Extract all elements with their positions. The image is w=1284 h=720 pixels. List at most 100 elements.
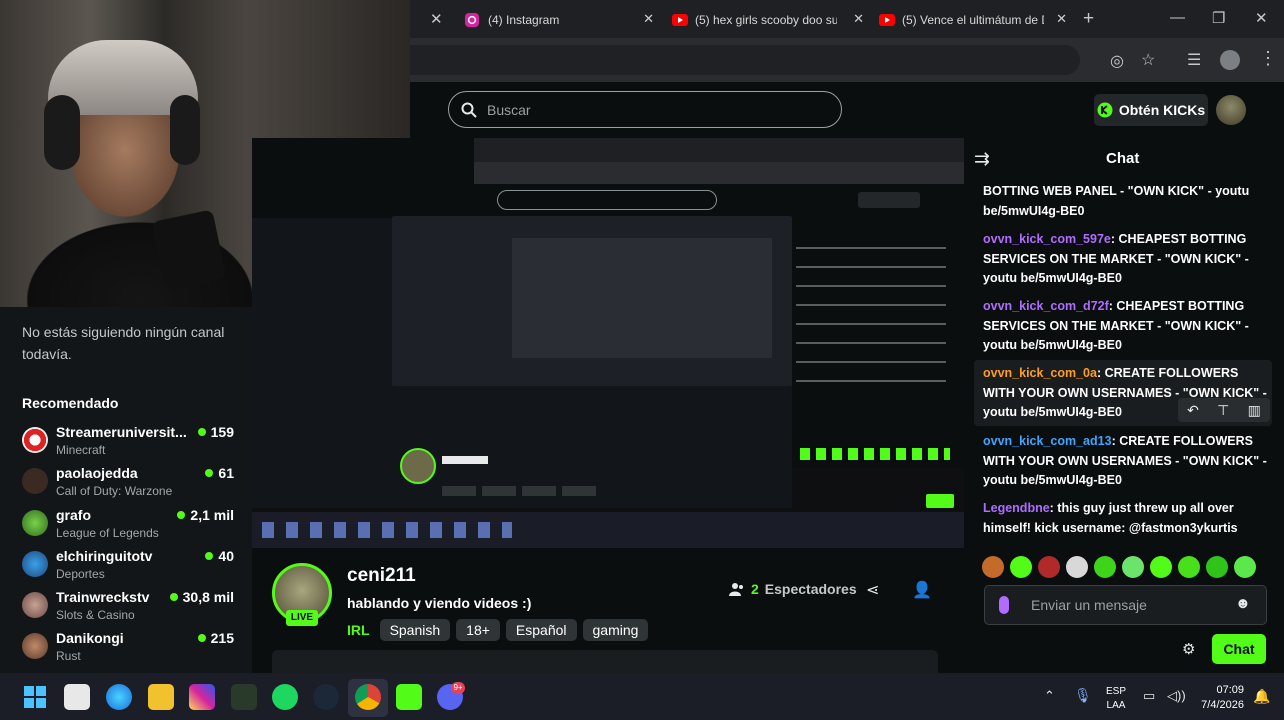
notification-icon[interactable]: 🔔: [1253, 688, 1270, 705]
pin-icon[interactable]: ⊤: [1217, 402, 1229, 419]
clock-date: 7/4/2026: [1201, 699, 1244, 711]
volume-icon[interactable]: ◁)): [1167, 688, 1186, 704]
message-username[interactable]: ovvn_kick_com_597e: [983, 232, 1111, 246]
share-icon[interactable]: ⋖: [866, 580, 879, 600]
sidebar-channel[interactable]: paolaojedda Call of Duty: Warzone 61: [22, 465, 234, 505]
delete-icon[interactable]: ▥: [1248, 402, 1261, 419]
nested-username: [442, 456, 488, 464]
emote[interactable]: [1234, 556, 1256, 578]
emote[interactable]: [1010, 556, 1032, 578]
microphone-icon[interactable]: 🎙: [1074, 687, 1092, 704]
emote[interactable]: [1206, 556, 1228, 578]
language-indicator[interactable]: ESP LAA: [1106, 685, 1126, 713]
emote[interactable]: [1066, 556, 1088, 578]
settings-gear-icon[interactable]: ⚙: [1182, 640, 1195, 658]
menu-dots-icon[interactable]: ⋮: [1259, 48, 1277, 69]
emote[interactable]: [1038, 556, 1060, 578]
tab-youtube-hexgirls[interactable]: (5) hex girls scooby doo sub ✕: [672, 7, 864, 33]
tab-close-icon[interactable]: ✕: [643, 11, 654, 27]
eye-off-icon[interactable]: ◎: [1110, 51, 1124, 71]
star-icon[interactable]: ☆: [1141, 50, 1155, 70]
chat-message: ovvn_kick_com_d72f: CHEAPEST BOTTING SER…: [983, 297, 1267, 356]
edge-icon[interactable]: [106, 684, 132, 710]
windows-start-icon[interactable]: [24, 686, 46, 708]
sidebar-channel[interactable]: elchiringuitotv Deportes 40: [22, 548, 234, 588]
channel-name: Streameruniversit...: [56, 424, 187, 440]
emote[interactable]: [1094, 556, 1116, 578]
sidebar-channel[interactable]: Trainwreckstv Slots & Casino 30,8 mil: [22, 589, 234, 629]
url-omnibox[interactable]: [410, 45, 1080, 75]
youtube-icon: [879, 14, 895, 26]
file-explorer-icon[interactable]: [148, 684, 174, 710]
message-username[interactable]: ovvn_kick_com_0a: [983, 366, 1097, 380]
spotify-icon[interactable]: [272, 684, 298, 710]
channel-category: Deportes: [56, 567, 105, 581]
chat-message: BOTTING WEB PANEL - "OWN KICK" - youtu b…: [983, 182, 1267, 221]
new-tab-icon[interactable]: +: [1083, 8, 1094, 30]
viewer-number: 2: [751, 581, 759, 597]
video-player[interactable]: [252, 138, 964, 548]
clock[interactable]: 07:09 7/4/2026: [1196, 683, 1244, 713]
reply-icon[interactable]: ↶: [1187, 402, 1199, 419]
viewer-count: 30,8 mil: [170, 589, 234, 605]
message-username[interactable]: ovvn_kick_com_ad13: [983, 434, 1112, 448]
sidebar-channel[interactable]: Streameruniversit... Minecraft 159: [22, 424, 234, 464]
store-icon[interactable]: [64, 684, 90, 710]
emote[interactable]: [1178, 556, 1200, 578]
message-username[interactable]: Legendbne: [983, 501, 1050, 515]
user-avatar[interactable]: [1216, 95, 1246, 125]
minimize-icon[interactable]: —: [1170, 9, 1185, 26]
tray-chevron-icon[interactable]: ⌃: [1044, 688, 1055, 704]
youtube-icon: [672, 14, 688, 26]
get-kicks-button[interactable]: Obtén KICKs: [1094, 94, 1208, 126]
emote[interactable]: [982, 556, 1004, 578]
chrome-icon[interactable]: [355, 684, 381, 710]
tab-youtube-vence[interactable]: (5) Vence el ultimátum de D ✕: [879, 7, 1067, 33]
nested-kicks-button: [858, 192, 920, 208]
sidebar-channel[interactable]: Danikongi Rust 215: [22, 630, 234, 670]
emoji-icon[interactable]: ☻: [1235, 595, 1251, 612]
viewer-count: 215: [198, 630, 234, 646]
tab-close-icon[interactable]: ✕: [1056, 11, 1067, 27]
channel-name: Danikongi: [56, 630, 124, 646]
instagram-app-icon[interactable]: [189, 684, 215, 710]
nested-stream-avatar: [400, 448, 436, 484]
sidebar-channel[interactable]: grafo League of Legends 2,1 mil: [22, 507, 234, 547]
tab-close-icon[interactable]: ✕: [430, 10, 443, 28]
avatar: [22, 551, 48, 577]
emote[interactable]: [1122, 556, 1144, 578]
profile-avatar[interactable]: [1220, 50, 1240, 70]
network-icon[interactable]: ▭: [1143, 688, 1155, 704]
chat-message-input[interactable]: Enviar un mensaje: [984, 585, 1267, 625]
stream-category[interactable]: IRL: [347, 622, 370, 638]
tag-pill[interactable]: 18+: [456, 619, 500, 641]
tag-pill[interactable]: Spanish: [379, 619, 451, 641]
collapse-chat-icon[interactable]: ⇉: [974, 148, 990, 171]
channel-name: paolaojedda: [56, 465, 138, 481]
tab-instagram[interactable]: (4) Instagram ✕: [464, 7, 654, 33]
get-kicks-label: Obtén KICKs: [1118, 102, 1206, 118]
headphone-right: [170, 95, 200, 165]
emote[interactable]: [1150, 556, 1172, 578]
viewers-icon: [729, 583, 743, 596]
tab-close-icon[interactable]: ✕: [853, 11, 864, 27]
stream-username[interactable]: ceni211: [347, 565, 416, 587]
app-icon[interactable]: [231, 684, 257, 710]
tab-title: (4) Instagram: [488, 13, 560, 27]
send-chat-button[interactable]: Chat: [1212, 634, 1266, 664]
mic-icon: [999, 596, 1009, 614]
kick-app-icon[interactable]: [396, 684, 422, 710]
webcam-phone: [151, 209, 227, 291]
follow-user-icon[interactable]: 👤: [912, 580, 932, 600]
close-window-icon[interactable]: ✕: [1255, 9, 1268, 27]
media-control-icon[interactable]: ☰: [1187, 50, 1201, 70]
tag-pill[interactable]: gaming: [582, 619, 649, 641]
restore-icon[interactable]: ❐: [1212, 9, 1225, 27]
search-input[interactable]: Buscar: [448, 91, 842, 128]
viewer-label: Espectadores: [764, 581, 857, 597]
recommended-heading: Recomendado: [22, 395, 119, 411]
steam-icon[interactable]: [313, 684, 339, 710]
tag-pill[interactable]: Español: [505, 619, 577, 641]
headphone-left: [44, 95, 80, 170]
message-username[interactable]: ovvn_kick_com_d72f: [983, 299, 1109, 313]
